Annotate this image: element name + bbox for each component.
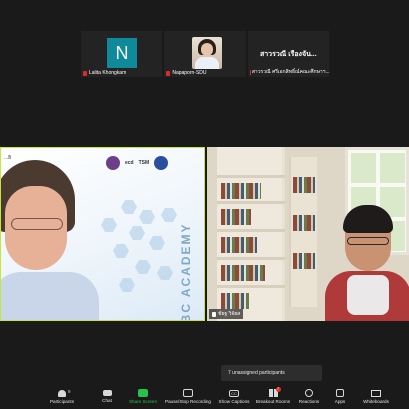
reactions-icon bbox=[305, 389, 313, 397]
apps-icon bbox=[336, 389, 344, 397]
share-screen-icon bbox=[138, 389, 148, 397]
ecd-logo: ecd bbox=[125, 160, 134, 166]
apps-button[interactable]: Apps bbox=[330, 384, 350, 409]
slide-logos: ecd TSM bbox=[106, 156, 169, 170]
participants-button[interactable]: 9 Participants bbox=[48, 384, 76, 409]
show-captions-label: Show Captions bbox=[218, 398, 250, 404]
avatar: N bbox=[107, 38, 137, 68]
ums-logo-icon bbox=[154, 156, 169, 170]
participant-display-name: สาวรวณี เรืองจัน... bbox=[259, 51, 317, 58]
chat-button[interactable]: Chat bbox=[96, 384, 118, 409]
apps-label: Apps bbox=[334, 399, 346, 404]
participant-name-tag: สาวรวณี ศรีเอกสิทธิ์ณ์คณะศึกษาฯ... bbox=[249, 68, 330, 76]
avatar bbox=[192, 37, 223, 69]
participant-name-tag: Napaporn-SDU bbox=[166, 70, 207, 76]
participant-video[interactable]: ชัยฐ วิจัยส bbox=[207, 147, 409, 321]
show-captions-button[interactable]: CC Show Captions bbox=[216, 384, 252, 409]
recording-icon bbox=[183, 389, 193, 397]
participants-label: Participants bbox=[49, 398, 74, 404]
participant-name: Napaporn-SDU bbox=[172, 70, 207, 76]
bookshelf bbox=[217, 147, 285, 321]
speaker-person bbox=[1, 160, 99, 320]
thumbnail-strip: N Lalita Khongkam Napaporn-SDU สาวรวณี เ… bbox=[81, 31, 330, 77]
whiteboard-icon bbox=[371, 389, 381, 397]
chat-label: Chat bbox=[102, 398, 112, 403]
whiteboards-button[interactable]: Whiteboards bbox=[360, 384, 392, 409]
share-screen-label: Share Screen bbox=[128, 399, 158, 404]
participants-count: 9 bbox=[68, 388, 71, 394]
participant-name: ชัยฐ วิจัยส bbox=[218, 311, 241, 317]
meeting-toolbar: 9 Participants Chat Share Screen Pause/S… bbox=[0, 384, 409, 409]
share-screen-button[interactable]: Share Screen bbox=[127, 384, 159, 409]
participant-person bbox=[325, 205, 409, 321]
mic-muted-icon bbox=[166, 70, 171, 76]
breakout-popup[interactable]: 7 unassigned participants bbox=[221, 365, 322, 381]
mic-icon bbox=[212, 311, 216, 317]
reactions-label: Reactions bbox=[298, 399, 320, 404]
whiteboards-label: Whiteboards bbox=[363, 398, 389, 404]
participant-tile[interactable]: สาวรวณี เรืองจัน... สาวรวณี ศรีเอกสิทธิ์… bbox=[247, 31, 330, 77]
breakout-rooms-button[interactable]: 7 Breakout Rooms bbox=[254, 384, 292, 409]
active-speaker-video[interactable]: ecd TSM ABC ACADEMY ...ยิ bbox=[0, 147, 205, 321]
breakout-rooms-icon: 7 bbox=[268, 387, 281, 397]
recording-button[interactable]: Pause/Stop Recording bbox=[164, 384, 212, 409]
participants-icon: 9 bbox=[58, 389, 71, 397]
tsm-logo: TSM bbox=[138, 160, 150, 166]
slide-title: ABC ACADEMY bbox=[179, 222, 193, 321]
breakout-rooms-label: Breakout Rooms bbox=[255, 399, 291, 404]
unassigned-participants-text: 7 unassigned participants bbox=[228, 370, 285, 376]
reactions-button[interactable]: Reactions bbox=[296, 384, 322, 409]
participant-name-tag: Lalita Khongkam bbox=[83, 70, 126, 76]
bookshelf bbox=[289, 157, 317, 307]
participant-name: Lalita Khongkam bbox=[89, 70, 127, 76]
breakout-badge: 7 bbox=[275, 387, 281, 392]
participant-tile[interactable]: N Lalita Khongkam bbox=[81, 31, 163, 77]
speaker-label: ...ยิ bbox=[4, 155, 12, 161]
participant-name-tag: ชัยฐ วิจัยส bbox=[209, 309, 244, 319]
chat-icon bbox=[102, 390, 112, 396]
participant-tile[interactable]: Napaporn-SDU bbox=[164, 31, 246, 77]
participant-name: สาวรวณี ศรีเอกสิทธิ์ณ์คณะศึกษาฯ... bbox=[251, 69, 330, 75]
mic-muted-icon bbox=[83, 70, 87, 76]
recording-label: Pause/Stop Recording bbox=[165, 399, 211, 404]
captions-icon: CC bbox=[229, 389, 239, 397]
university-logo-icon bbox=[106, 156, 120, 170]
